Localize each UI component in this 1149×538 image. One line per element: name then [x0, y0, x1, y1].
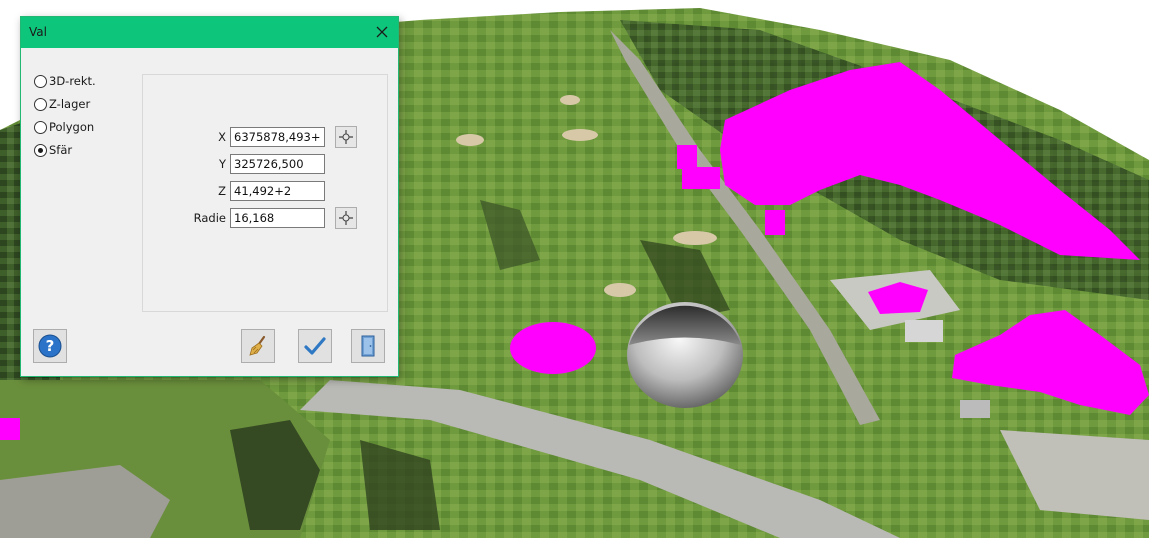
svg-text:?: ? [46, 337, 55, 355]
exit-button[interactable] [351, 329, 385, 363]
z-label: Z [218, 184, 226, 198]
radio-button-selected[interactable] [34, 144, 47, 157]
dialog-title: Val [29, 25, 47, 39]
pick-radius-button[interactable] [335, 207, 357, 229]
radius-field[interactable] [230, 208, 325, 228]
radio-label: Polygon [49, 120, 95, 134]
question-icon: ? [38, 334, 62, 358]
radio-button[interactable] [34, 121, 47, 134]
z-coordinate-field[interactable] [230, 181, 325, 201]
door-icon [361, 335, 375, 357]
broom-icon [249, 335, 266, 356]
radius-label: Radie [193, 211, 226, 225]
crosshair-icon [339, 130, 353, 144]
radio-button[interactable] [34, 75, 47, 88]
y-coordinate-field[interactable] [230, 154, 325, 174]
pick-center-button[interactable] [335, 126, 357, 148]
dialog-titlebar[interactable]: Val [21, 17, 398, 48]
close-icon [376, 26, 388, 38]
checkmark-icon [304, 337, 326, 355]
x-label: X [218, 130, 226, 144]
radio-button[interactable] [34, 98, 47, 111]
radio-label: Sfär [49, 143, 73, 157]
crosshair-icon [339, 211, 353, 225]
ok-button[interactable] [298, 329, 332, 363]
close-button[interactable] [367, 17, 398, 48]
x-coordinate-field[interactable] [230, 127, 325, 147]
selection-dialog: Val 3D-rekt. Z-lager Polygon Sfär X 6375… [20, 16, 399, 377]
radio-label: Z-lager [49, 97, 91, 111]
selection-sphere [627, 302, 743, 408]
help-button[interactable]: ? [33, 329, 67, 363]
radio-label: 3D-rekt. [49, 74, 96, 88]
clear-button[interactable] [241, 329, 275, 363]
y-label: Y [218, 157, 226, 171]
